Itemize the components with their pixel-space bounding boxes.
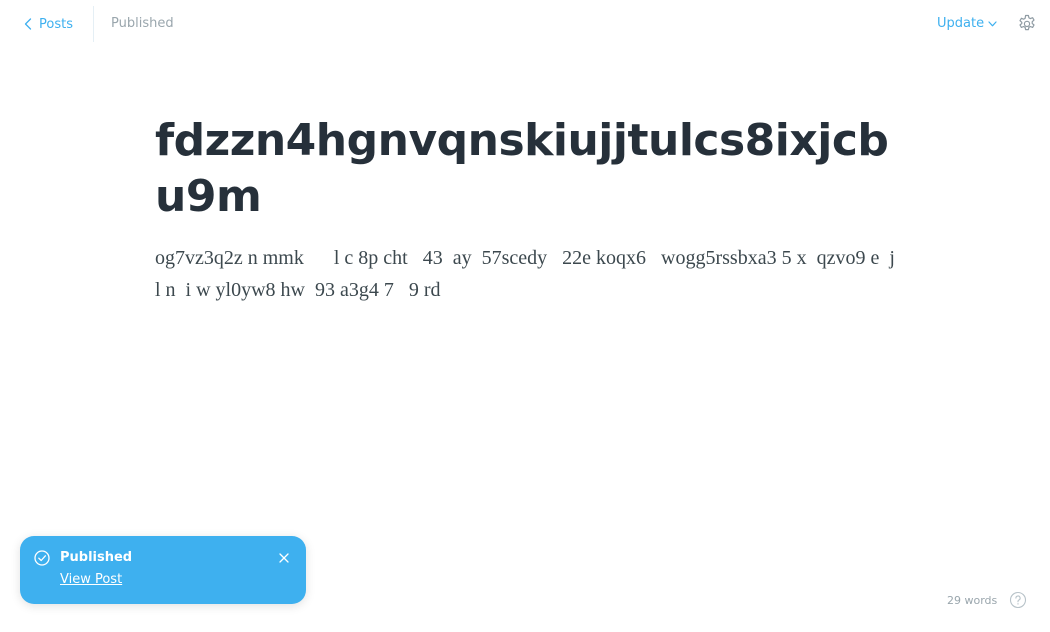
view-post-link[interactable]: View Post [60,572,122,588]
back-link-label: Posts [39,16,73,32]
update-dropdown-button[interactable]: Update [937,16,997,32]
chevron-down-icon [988,21,997,27]
check-circle-icon [34,550,50,566]
notification-title: Published [60,550,133,565]
gear-icon [1019,14,1035,31]
back-to-posts-link[interactable]: Posts [24,14,73,34]
word-count: 29 words [947,594,998,607]
post-status-label: Published [111,16,174,31]
editor-page: Posts Published Update fdzzn4hgnvqnskiuj… [0,0,1050,632]
help-button[interactable] [1009,591,1027,609]
post-settings-button[interactable] [1017,14,1037,34]
chevron-left-icon [24,18,32,30]
close-icon[interactable] [278,552,290,564]
published-notification: Published View Post [20,536,306,604]
post-body-editor[interactable]: og7vz3q2z n mmk l c 8p cht 43 ay 57scedy… [155,242,895,306]
update-button-label: Update [937,16,985,31]
editor-header: Posts Published Update [0,0,1050,48]
question-circle-icon [1009,591,1027,609]
post-title[interactable]: fdzzn4hgnvqnskiujjtulcs8ixjcbu9m [155,113,895,225]
header-divider [93,6,94,42]
